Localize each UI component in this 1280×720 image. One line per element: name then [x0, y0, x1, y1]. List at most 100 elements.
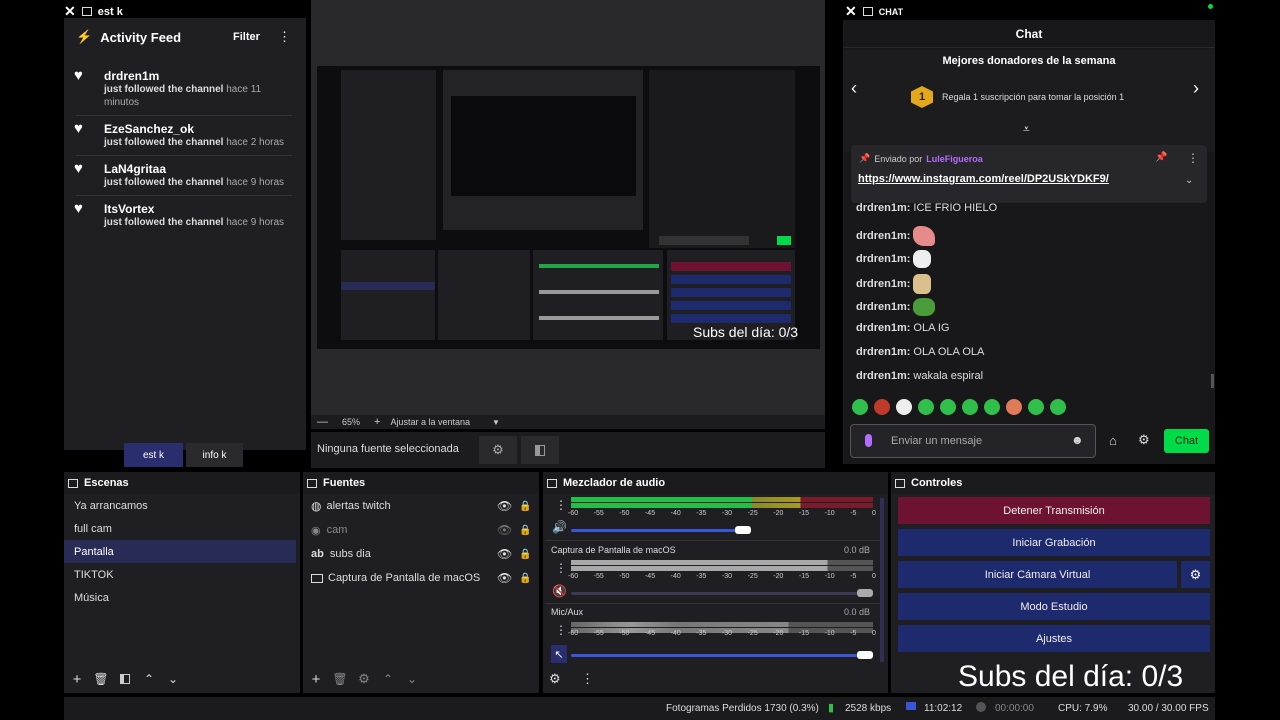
- muted-speaker-icon[interactable]: 🔇: [552, 584, 567, 598]
- lock-icon[interactable]: 🔒: [519, 549, 531, 560]
- source-item[interactable]: Captura de Pantalla de macOS 👁 🔒: [303, 566, 539, 590]
- speaker-icon[interactable]: 🔊: [552, 520, 567, 534]
- move-down-icon[interactable]: ⌄: [162, 668, 184, 690]
- lock-icon[interactable]: 🔒: [519, 501, 531, 512]
- trash-icon[interactable]: 🗑: [90, 668, 112, 690]
- scene-item[interactable]: full cam: [64, 517, 296, 540]
- emote-icon[interactable]: [896, 399, 912, 415]
- scene-item[interactable]: Música: [64, 586, 296, 609]
- chat-dock-titlebar[interactable]: ✕ CHAT: [845, 3, 903, 20]
- emote-icon[interactable]: [962, 399, 978, 415]
- zoom-out-button[interactable]: —: [317, 416, 328, 428]
- store-icon[interactable]: ⌂: [1109, 433, 1117, 448]
- fit-to-window[interactable]: Ajustar a la ventana: [390, 417, 470, 427]
- unpin-icon[interactable]: 📌: [1155, 152, 1167, 163]
- source-toolbar: Ninguna fuente seleccionada ⚙: [311, 432, 825, 468]
- eye-hidden-icon[interactable]: 👁: [497, 523, 512, 537]
- volume-slider[interactable]: [571, 592, 861, 595]
- start-recording-button[interactable]: Iniciar Grabación: [898, 529, 1210, 556]
- pinned-link[interactable]: https://www.instagram.com/reel/DP2USkYDK…: [858, 173, 1109, 185]
- volume-knob[interactable]: [857, 651, 873, 659]
- eye-icon[interactable]: 👁: [497, 571, 512, 585]
- emote-icon[interactable]: [852, 399, 868, 415]
- mixer-settings-icon[interactable]: ⚙: [549, 671, 561, 687]
- sources-toolbar: + 🗑 ⚙ ⌃ ⌄: [305, 668, 423, 690]
- chat-user[interactable]: drdren1m:: [856, 253, 910, 265]
- more-icon[interactable]: ⋮: [555, 623, 567, 637]
- emoji-icon[interactable]: ☻: [1071, 433, 1084, 447]
- close-icon[interactable]: ✕: [845, 3, 857, 20]
- more-icon[interactable]: ⋮: [278, 29, 291, 45]
- chat-user[interactable]: drdren1m:: [856, 301, 910, 313]
- eye-icon[interactable]: 👁: [497, 499, 512, 513]
- source-item[interactable]: ab subs dia 👁 🔒: [303, 542, 539, 566]
- studio-mode-button[interactable]: Modo Estudio: [898, 593, 1210, 620]
- tab-info-k[interactable]: info k: [186, 443, 243, 467]
- filters-icon[interactable]: [114, 668, 136, 690]
- filter-button[interactable]: Filter: [233, 31, 260, 43]
- preview-area[interactable]: Subs del día: 0/3: [311, 0, 825, 415]
- gear-icon[interactable]: ⚙: [479, 436, 517, 464]
- popout-icon[interactable]: [862, 7, 873, 16]
- filters-icon[interactable]: [521, 436, 559, 464]
- chat-input[interactable]: Enviar un mensaje ☻: [850, 424, 1096, 458]
- zoom-in-button[interactable]: +: [374, 416, 380, 428]
- gear-icon[interactable]: ⚙: [1138, 432, 1150, 448]
- scene-item[interactable]: TIKTOK: [64, 563, 296, 586]
- chat-user[interactable]: drdren1m:: [856, 370, 910, 382]
- trash-icon[interactable]: 🗑: [329, 668, 351, 690]
- scene-item-selected[interactable]: Pantalla: [64, 540, 296, 563]
- lock-icon[interactable]: 🔒: [519, 525, 531, 536]
- more-icon[interactable]: ⋮: [1187, 151, 1199, 165]
- lock-icon[interactable]: 🔒: [519, 573, 531, 584]
- collapse-icon[interactable]: ⩡: [1023, 122, 1030, 137]
- chevron-right-icon[interactable]: ›: [1193, 78, 1199, 99]
- source-item[interactable]: ◉ cam 👁 🔒: [303, 518, 539, 542]
- sources-header: Fuentes: [303, 472, 539, 494]
- emote-icon[interactable]: [874, 399, 890, 415]
- chat-user[interactable]: drdren1m:: [856, 278, 910, 290]
- mic-mute-icon[interactable]: ↖: [551, 645, 567, 663]
- volume-slider[interactable]: [571, 529, 743, 532]
- chevron-down-icon[interactable]: ⌄: [1185, 175, 1193, 186]
- more-icon[interactable]: ⋮: [555, 561, 567, 575]
- more-icon[interactable]: ⋮: [581, 671, 594, 687]
- emote-icon[interactable]: [918, 399, 934, 415]
- volume-slider[interactable]: [571, 654, 861, 657]
- settings-button[interactable]: Ajustes: [898, 625, 1210, 652]
- chat-user[interactable]: drdren1m:: [856, 346, 910, 358]
- add-icon[interactable]: +: [66, 668, 88, 690]
- source-item[interactable]: ◍ alertas twitch 👁 🔒: [303, 494, 539, 518]
- popout-icon[interactable]: [81, 7, 92, 16]
- mixer-scrollbar[interactable]: [880, 498, 884, 662]
- move-up-icon[interactable]: ⌃: [138, 668, 160, 690]
- emote-icon[interactable]: [940, 399, 956, 415]
- chevron-down-icon[interactable]: ▼: [492, 418, 500, 427]
- mixer-ticks: -60 -55 -50 -45 -40 -35 -30 -25 -20 -15 -10 -5 0: [568, 630, 876, 637]
- eye-icon[interactable]: 👁: [497, 547, 512, 561]
- mixer-ticks: -60 -55 -50 -45 -40 -35 -30 -25 -20 -15 -10 -5 0: [568, 510, 876, 517]
- chat-send-button[interactable]: Chat: [1164, 429, 1209, 453]
- scene-item[interactable]: Ya arrancamos: [64, 494, 296, 517]
- move-up-icon[interactable]: ⌃: [377, 668, 399, 690]
- volume-knob[interactable]: [857, 589, 873, 597]
- chat-scrollbar[interactable]: [1211, 374, 1214, 388]
- stop-stream-button[interactable]: Detener Transmisión: [898, 497, 1210, 524]
- emote-icon[interactable]: [984, 399, 1000, 415]
- move-down-icon[interactable]: ⌄: [401, 668, 423, 690]
- start-virtual-camera-button[interactable]: Iniciar Cámara Virtual: [898, 561, 1177, 588]
- add-icon[interactable]: +: [305, 668, 327, 690]
- chat-user[interactable]: drdren1m:: [856, 230, 910, 242]
- gear-icon[interactable]: ⚙: [1181, 561, 1210, 588]
- more-icon[interactable]: ⋮: [555, 498, 567, 512]
- chat-user[interactable]: drdren1m:: [856, 202, 910, 214]
- chevron-left-icon[interactable]: ‹: [851, 78, 857, 99]
- tab-est-k[interactable]: est k: [124, 443, 183, 467]
- emote-icon[interactable]: [1006, 399, 1022, 415]
- volume-knob[interactable]: [735, 526, 751, 534]
- chat-user[interactable]: drdren1m:: [856, 322, 910, 334]
- pinned-user[interactable]: LuleFigueroa: [926, 154, 983, 164]
- emote-icon[interactable]: [1050, 399, 1066, 415]
- emote-icon[interactable]: [1028, 399, 1044, 415]
- gear-icon[interactable]: ⚙: [353, 668, 375, 690]
